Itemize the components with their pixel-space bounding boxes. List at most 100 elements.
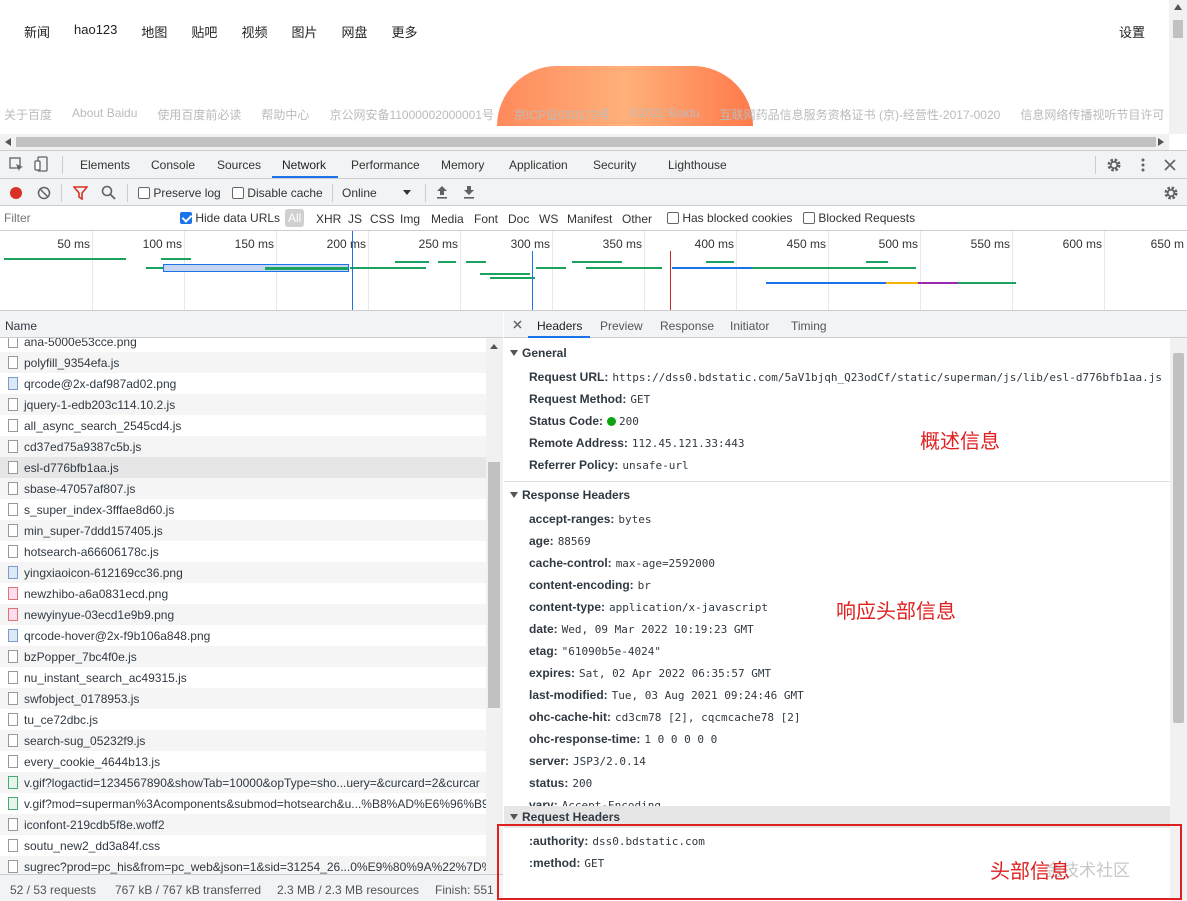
filter-type-img[interactable]: Img [400,212,420,226]
filter-type-manifest[interactable]: Manifest [567,212,612,226]
scroll-up-arrow-icon[interactable] [490,344,498,349]
gear-icon[interactable] [1106,157,1122,173]
tab-network[interactable]: Network [282,158,326,172]
checkbox[interactable] [232,187,244,199]
request-row[interactable]: polyfill_9354efa.js [0,352,486,373]
tab-security[interactable]: Security [593,158,636,172]
blocked-requests-checkbox[interactable]: Blocked Requests [803,211,915,225]
request-row[interactable]: newzhibo-a6a0831ecd.png [0,583,486,604]
tab-preview[interactable]: Preview [600,319,643,333]
details-scrollbar[interactable] [1170,338,1187,901]
checkbox[interactable] [138,187,150,199]
request-row[interactable]: sbase-47057af807.js [0,478,486,499]
request-row[interactable]: ana-5000e53cce.png [0,338,486,352]
record-icon[interactable] [9,186,23,200]
nav-link-map[interactable]: 地图 [141,22,167,41]
request-row[interactable]: hotsearch-a66606178c.js [0,541,486,562]
download-icon[interactable] [463,185,475,199]
throttling-select[interactable]: Online [342,186,377,200]
request-row[interactable]: esl-d776bfb1aa.js [0,457,486,478]
checkbox[interactable] [667,212,679,224]
tab-performance[interactable]: Performance [351,158,420,172]
request-list-scrollbar[interactable] [486,338,503,874]
request-row[interactable]: cd37ed75a9387c5b.js [0,436,486,457]
filter-type-ws[interactable]: WS [539,212,558,226]
request-row[interactable]: sugrec?prod=pc_his&from=pc_web&json=1&si… [0,856,486,874]
tab-sources[interactable]: Sources [217,158,261,172]
scroll-up-arrow-icon[interactable] [1174,4,1182,10]
scroll-thumb[interactable] [488,462,500,708]
scroll-thumb[interactable] [16,137,1156,147]
request-row[interactable]: yingxiaoicon-612169cc36.png [0,562,486,583]
close-details-icon[interactable] [513,320,522,329]
tab-application[interactable]: Application [509,158,568,172]
network-settings-gear-icon[interactable] [1163,185,1179,201]
name-column-header[interactable]: Name [0,311,503,338]
filter-type-font[interactable]: Font [474,212,498,226]
tab-console[interactable]: Console [151,158,195,172]
disable-cache-checkbox[interactable]: Disable cache [232,186,323,200]
request-row[interactable]: every_cookie_4644b13.js [0,751,486,772]
scroll-thumb[interactable] [1173,353,1184,723]
nav-link-pan[interactable]: 网盘 [341,22,367,41]
nav-link-tieba[interactable]: 贴吧 [191,22,217,41]
nav-link-more[interactable]: 更多 [391,22,417,41]
has-blocked-cookies-checkbox[interactable]: Has blocked cookies [667,211,792,225]
scroll-right-arrow-icon[interactable] [1158,138,1164,146]
hide-data-urls-checkbox[interactable]: Hide data URLs [180,211,280,225]
request-row[interactable]: v.gif?mod=superman%3Acomponents&submod=h… [0,793,486,814]
filter-type-other[interactable]: Other [622,212,652,226]
page-vertical-scrollbar[interactable] [1169,0,1187,134]
request-row[interactable]: nu_instant_search_ac49315.js [0,667,486,688]
footer-link[interactable]: 关于百度 [4,106,52,123]
filter-type-js[interactable]: JS [348,212,362,226]
network-overview-timeline[interactable]: 50 ms 100 ms 150 ms 200 ms 250 ms 300 ms… [0,231,1187,311]
request-row[interactable]: qrcode@2x-daf987ad02.png [0,373,486,394]
request-headers-section-toggle[interactable]: Request Headers [510,810,620,824]
upload-icon[interactable] [436,185,448,199]
inspect-element-icon[interactable] [9,157,24,172]
footer-link[interactable]: 帮助中心 [261,106,309,123]
scroll-thumb[interactable] [1173,20,1183,38]
filter-type-xhr[interactable]: XHR [316,212,341,226]
filter-icon[interactable] [73,186,88,200]
request-row[interactable]: bzPopper_7bc4f0e.js [0,646,486,667]
nav-link-image[interactable]: 图片 [291,22,317,41]
tab-elements[interactable]: Elements [80,158,130,172]
tab-response[interactable]: Response [660,319,714,333]
request-row[interactable]: min_super-7ddd157405.js [0,520,486,541]
scroll-left-arrow-icon[interactable] [5,138,11,146]
filter-type-doc[interactable]: Doc [508,212,529,226]
request-row[interactable]: s_super_index-3fffae8d60.js [0,499,486,520]
tab-initiator[interactable]: Initiator [730,319,769,333]
tab-headers[interactable]: Headers [537,319,582,333]
footer-link[interactable]: 互联网药品信息服务资格证书 (京)-经营性-2017-0020 [720,106,1001,123]
response-headers-section-toggle[interactable]: Response Headers [510,488,630,502]
page-horizontal-scrollbar[interactable] [0,134,1169,150]
request-row[interactable]: swfobject_0178953.js [0,688,486,709]
nav-link-news[interactable]: 新闻 [24,22,50,41]
search-icon[interactable] [101,185,116,200]
request-row[interactable]: v.gif?logactid=1234567890&showTab=10000&… [0,772,486,793]
request-row[interactable]: iconfont-219cdb5f8e.woff2 [0,814,486,835]
clear-icon[interactable] [37,186,51,200]
device-toolbar-icon[interactable] [34,156,50,172]
footer-link[interactable]: 京ICP证030173号 [514,106,610,123]
tab-timing[interactable]: Timing [791,319,827,333]
close-icon[interactable] [1164,159,1176,171]
request-row[interactable]: search-sug_05232f9.js [0,730,486,751]
checkbox[interactable] [803,212,815,224]
request-url-value[interactable]: https://dss0.bdstatic.com/5aV1bjqh_Q23od… [612,371,1162,384]
request-row[interactable]: soutu_new2_dd3a84f.css [0,835,486,856]
footer-link[interactable]: 京公网安备11000002000001号 [329,106,494,123]
filter-type-media[interactable]: Media [431,212,464,226]
footer-link[interactable]: 使用百度前必读 [157,106,241,123]
checkbox-checked[interactable] [180,212,192,224]
tab-lighthouse[interactable]: Lighthouse [668,158,727,172]
nav-link-hao123[interactable]: hao123 [74,22,117,41]
footer-link[interactable]: About Baidu [72,106,137,123]
request-row[interactable]: all_async_search_2545cd4.js [0,415,486,436]
more-options-icon[interactable] [1138,157,1148,173]
tab-memory[interactable]: Memory [441,158,484,172]
general-section-toggle[interactable]: General [510,346,567,360]
